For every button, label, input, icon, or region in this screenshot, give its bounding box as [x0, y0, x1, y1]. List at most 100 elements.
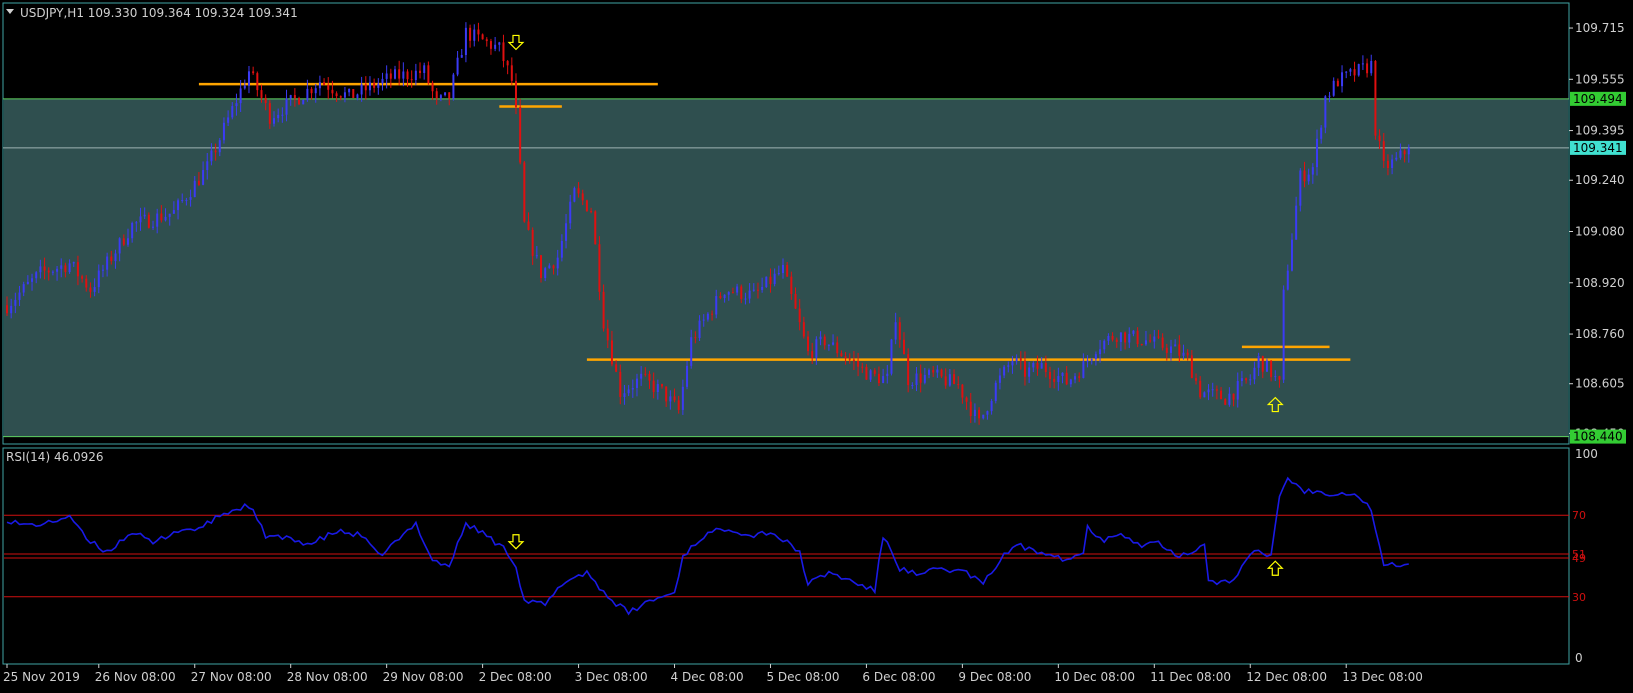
candle-body — [1224, 399, 1227, 405]
candle-body — [1161, 337, 1164, 348]
candle-body — [865, 366, 868, 380]
candle-body — [1361, 63, 1364, 65]
candle-body — [514, 80, 517, 108]
rsi-axis[interactable]: 705149301000 — [1572, 447, 1598, 665]
candle-body — [456, 57, 459, 75]
candle-body — [544, 268, 547, 279]
time-tick-label: 29 Nov 08:00 — [383, 670, 464, 684]
candle-body — [314, 88, 317, 94]
candle-body — [1215, 389, 1218, 391]
shaded-zone — [4, 98, 1568, 437]
candle-body — [202, 170, 205, 185]
candle-body — [72, 262, 75, 264]
candle-body — [969, 401, 972, 417]
candle-body — [152, 226, 155, 228]
time-axis[interactable]: 25 Nov 2019 26 Nov 08:00 27 Nov 08:00 28 No… — [3, 664, 1423, 684]
candle-body — [973, 409, 976, 417]
candle-body — [923, 374, 926, 383]
candle-body — [1032, 362, 1035, 368]
candle-body — [1157, 336, 1160, 338]
candle-body — [281, 114, 284, 116]
candle-body — [435, 91, 438, 99]
candle-body — [610, 340, 613, 365]
candle-body — [719, 296, 722, 299]
time-tick-label: 9 Dec 08:00 — [958, 670, 1031, 684]
candle-body — [1132, 330, 1135, 334]
chart-canvas[interactable]: 109.715 109.555 109.395 109.240 109.080 108.9… — [0, 0, 1633, 689]
candle-body — [235, 103, 238, 107]
candle-body — [990, 401, 993, 412]
candle-body — [22, 284, 25, 293]
candle-body — [268, 103, 271, 124]
candle-body — [1086, 360, 1089, 362]
candle-body — [882, 376, 885, 384]
candle-body — [673, 396, 676, 401]
candle-body — [744, 298, 747, 300]
candle-body — [181, 200, 184, 202]
candle-body — [978, 409, 981, 419]
candle-body — [1353, 69, 1356, 76]
candle-body — [581, 193, 584, 201]
candle-body — [252, 71, 255, 74]
candle-body — [168, 213, 171, 217]
candle-body — [681, 386, 684, 410]
candle-body — [189, 197, 192, 200]
candle-body — [898, 322, 901, 340]
candle-body — [160, 213, 163, 221]
candle-body — [1328, 95, 1331, 97]
candle-body — [1203, 392, 1206, 398]
rsi-header: RSI(14) 46.0926 — [6, 450, 104, 464]
candle-body — [323, 82, 326, 85]
candle-body — [1053, 378, 1056, 382]
price-tick-label: 108.920 — [1575, 276, 1625, 290]
candle-body — [1303, 170, 1306, 182]
price-tag-label: 109.341 — [1573, 141, 1623, 155]
candle-body — [1195, 378, 1198, 381]
candle-body — [711, 313, 714, 315]
candle-body — [1003, 366, 1006, 376]
chart-window[interactable]: 109.715 109.555 109.395 109.240 109.080 108.9… — [0, 0, 1633, 689]
candle-body — [686, 365, 689, 387]
candle-body — [1119, 332, 1122, 342]
candle-body — [1311, 167, 1314, 175]
candle-body — [902, 339, 905, 355]
candle-body — [836, 342, 839, 354]
candle-body — [652, 380, 655, 393]
candle-body — [76, 262, 79, 277]
candle-body — [640, 373, 643, 379]
price-axis[interactable]: 109.715 109.555 109.395 109.240 109.080 108.9… — [1569, 21, 1626, 444]
candle-body — [39, 266, 42, 273]
time-tick-label: 6 Dec 08:00 — [862, 670, 935, 684]
candle-body — [1182, 352, 1185, 356]
candle-body — [1386, 160, 1389, 169]
candle-body — [1007, 365, 1010, 367]
candle-body — [1165, 347, 1168, 353]
rsi-tick-label: 0 — [1575, 651, 1583, 665]
rsi-level-label: 49 — [1572, 552, 1586, 565]
candle-body — [464, 27, 467, 56]
candle-body — [669, 396, 672, 402]
candle-body — [43, 266, 46, 271]
candle-body — [264, 97, 267, 104]
candle-body — [706, 313, 709, 320]
candle-body — [1366, 63, 1369, 74]
candle-body — [585, 200, 588, 212]
candle-body — [994, 382, 997, 402]
candle-body — [1090, 359, 1093, 361]
rsi-level-label: 70 — [1572, 509, 1586, 522]
candle-body — [940, 369, 943, 377]
candle-body — [723, 294, 726, 299]
candle-body — [56, 268, 59, 272]
candle-body — [644, 373, 647, 375]
candle-body — [1320, 127, 1323, 139]
candle-body — [615, 364, 618, 372]
candle-body — [1265, 360, 1268, 372]
candle-body — [715, 296, 718, 315]
candle-body — [1115, 339, 1118, 342]
candle-body — [848, 358, 851, 360]
candle-body — [873, 370, 876, 374]
candle-body — [731, 292, 734, 294]
candle-body — [110, 256, 113, 262]
candle-body — [1074, 376, 1077, 380]
candle-body — [1207, 389, 1210, 393]
